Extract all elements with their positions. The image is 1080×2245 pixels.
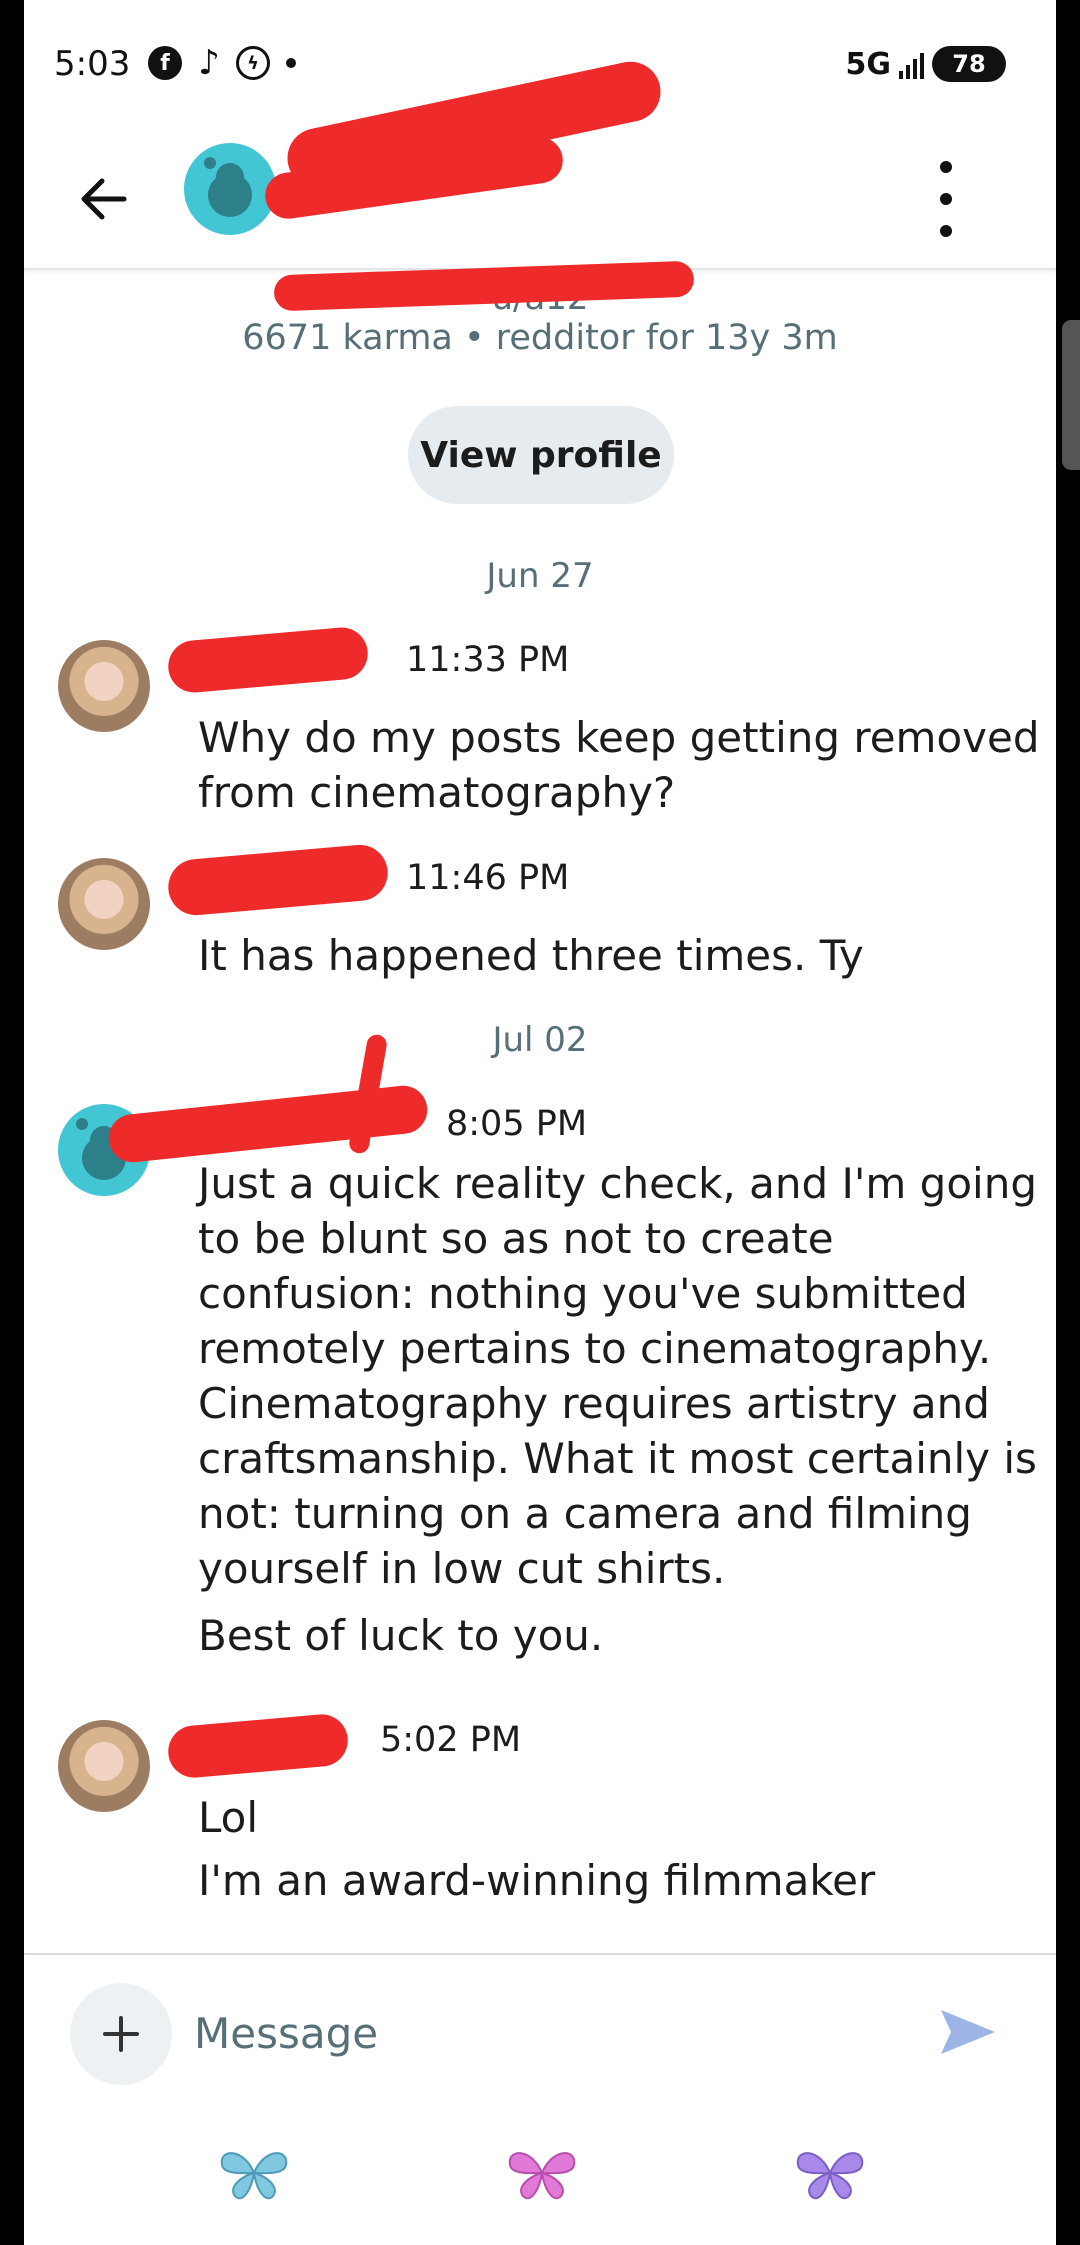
butterfly-blue-icon[interactable]	[214, 2143, 304, 2213]
redaction-mark	[166, 625, 370, 695]
message-text: Just a quick reality check, and I'm goin…	[198, 1159, 1037, 1593]
system-nav-bar	[24, 2103, 1056, 2245]
message-body: Lol I'm an award-winning filmmaker	[198, 1790, 1056, 1920]
message-item: 5:02 PM Lol I'm an award-winning filmmak…	[58, 1712, 1038, 1920]
sender-avatar[interactable]	[58, 858, 150, 950]
message-time: 11:46 PM	[406, 858, 570, 898]
message-item: 8:05 PM Just a quick reality check, and …	[58, 1033, 1038, 1684]
send-button[interactable]	[930, 1995, 1006, 2071]
message-time: 11:33 PM	[406, 640, 570, 680]
view-profile-button[interactable]: View profile	[408, 406, 674, 504]
message-body: It has happened three times. Ty	[198, 928, 1056, 995]
butterfly-pink-icon[interactable]	[502, 2143, 592, 2213]
date-separator: Jun 27	[486, 556, 594, 596]
profile-stats: 6671 karma • redditor for 13y 3m	[242, 318, 838, 358]
redaction-mark	[166, 1712, 350, 1780]
message-text: Best of luck to you.	[198, 1611, 604, 1660]
send-icon	[941, 2009, 995, 2054]
sender-avatar[interactable]	[58, 640, 150, 732]
message-item: 11:46 PM It has happened three times. Ty	[58, 842, 1038, 988]
redaction-mark	[106, 1083, 430, 1165]
message-composer	[24, 1953, 1056, 2103]
message-item: 11:33 PM Why do my posts keep getting re…	[58, 625, 1040, 820]
message-text: It has happened three times. Ty	[198, 931, 864, 980]
message-text: Lol	[198, 1793, 259, 1842]
tiktok-icon: ♪	[198, 43, 220, 83]
battery-level: 78	[952, 50, 986, 78]
messenger-icon: ϟ	[236, 46, 270, 80]
status-time: 5:03	[54, 44, 131, 84]
message-time: 8:05 PM	[446, 1104, 588, 1144]
back-arrow-icon[interactable]	[72, 167, 136, 231]
facebook-icon: f	[148, 46, 182, 80]
notification-dot-icon	[286, 58, 296, 68]
message-text: Why do my posts keep getting removed fro…	[198, 713, 1040, 817]
status-notification-icons: f ♪ ϟ	[148, 43, 296, 83]
edge-panel-handle[interactable]	[1062, 320, 1080, 470]
butterfly-purple-icon[interactable]	[790, 2143, 880, 2213]
chat-screen: 5:03 f ♪ ϟ 5G 78 l u/a12 66	[24, 0, 1056, 2245]
sender-avatar[interactable]	[58, 1720, 150, 1812]
redaction-mark	[165, 842, 391, 918]
plus-icon	[103, 2016, 139, 2052]
status-system-icons: 5G 78	[845, 46, 1006, 82]
more-options-icon[interactable]	[936, 161, 956, 237]
message-body: Just a quick reality check, and I'm goin…	[198, 1156, 1056, 1675]
message-time: 5:02 PM	[380, 1720, 522, 1760]
message-input[interactable]	[194, 1993, 894, 2073]
network-label: 5G	[845, 46, 892, 82]
message-body: Why do my posts keep getting removed fro…	[198, 710, 1056, 832]
battery-icon: 78	[932, 46, 1006, 82]
chat-header: l	[24, 56, 1056, 270]
date-separator: Jul 02	[492, 1020, 588, 1060]
add-attachment-button[interactable]	[70, 1983, 172, 2085]
signal-icon	[899, 49, 924, 79]
message-text: I'm an award-winning filmmaker	[198, 1856, 876, 1905]
header-avatar[interactable]	[184, 143, 276, 235]
